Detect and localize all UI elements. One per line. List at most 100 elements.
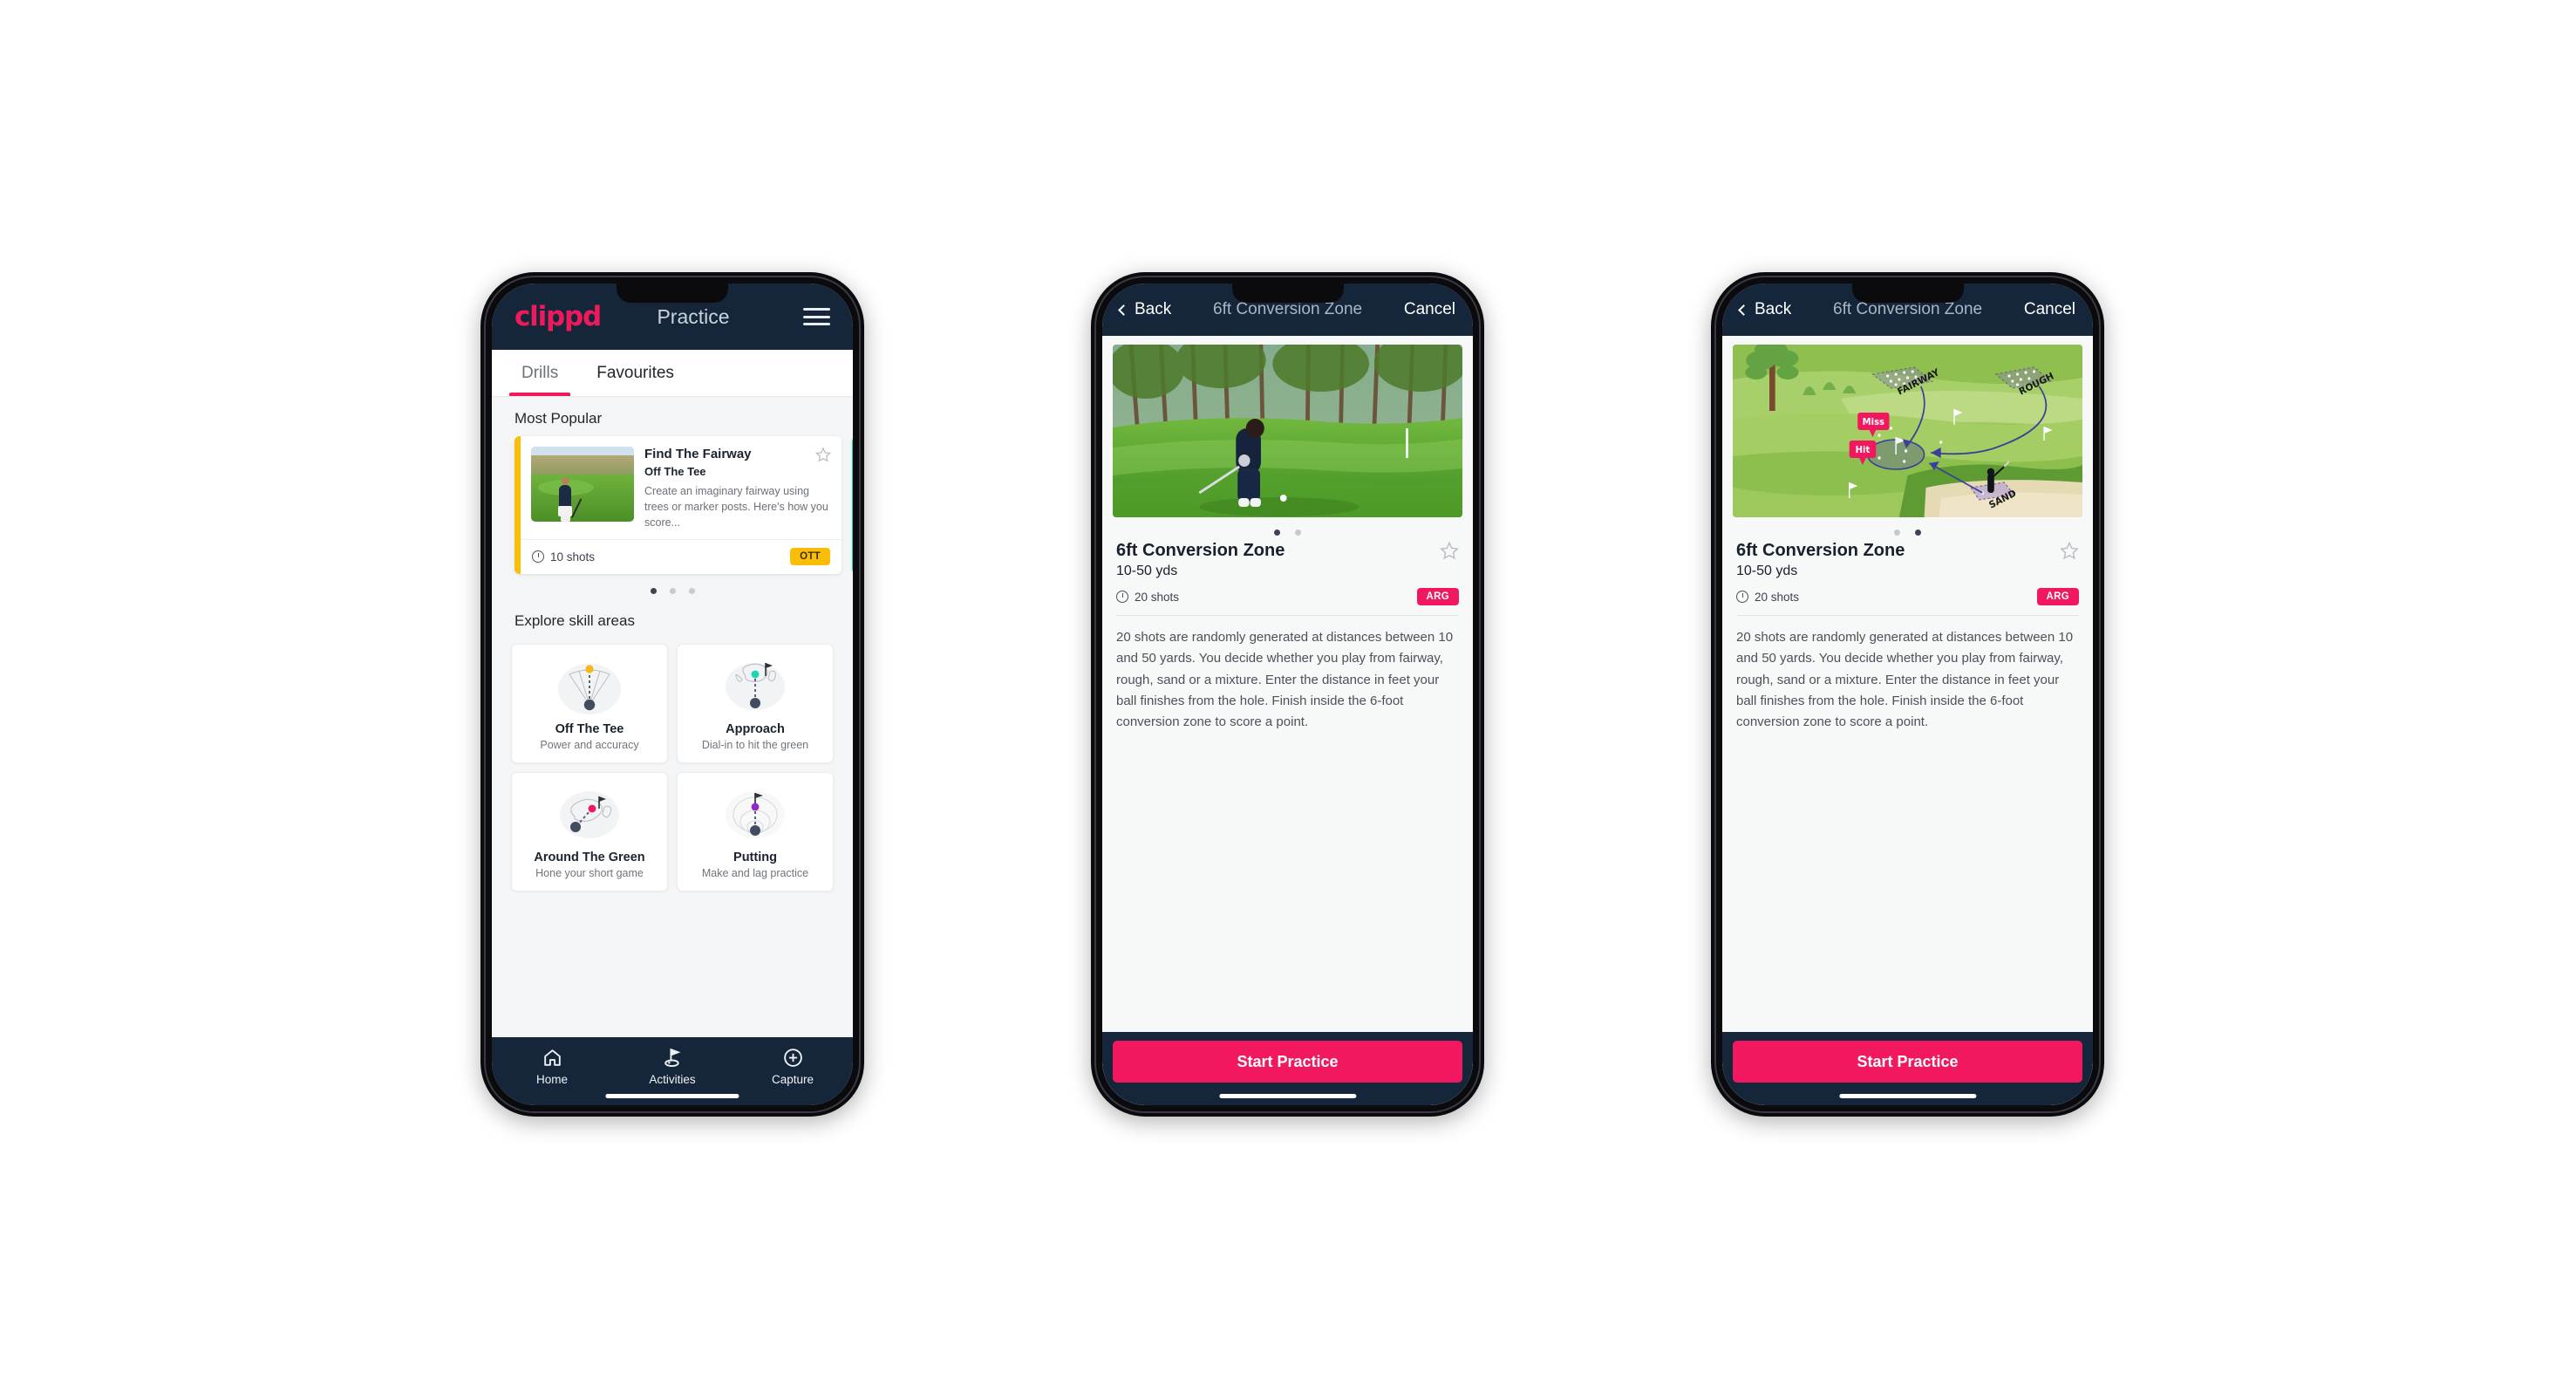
drill-detail-panel: FAIRWAY ROUGH SAND Miss Hit 6ft Conversi… xyxy=(1722,336,2093,1105)
drill-thumbnail xyxy=(531,447,634,522)
back-button[interactable]: Back xyxy=(1118,300,1172,319)
carousel-dots[interactable] xyxy=(1722,517,2093,537)
nav-label-home: Home xyxy=(535,1073,568,1086)
carousel-dot-1[interactable] xyxy=(1894,530,1900,536)
skill-card-around-the-green[interactable]: Around The Green Hone your short game xyxy=(511,772,668,892)
drill-description: 20 shots are randomly generated at dista… xyxy=(1116,630,1454,730)
skill-desc: Make and lag practice xyxy=(701,867,809,880)
carousel-dot-2[interactable] xyxy=(669,588,676,595)
skill-chip-arg: ARG xyxy=(2036,588,2079,605)
nav-item-activities[interactable]: Activities xyxy=(612,1047,733,1086)
skill-name: Putting xyxy=(733,851,777,865)
chevron-left-icon xyxy=(1118,304,1129,316)
drill-title: 6ft Conversion Zone xyxy=(1736,541,1905,560)
card-accent-stripe xyxy=(515,436,521,575)
drill-distance: 10-50 yds xyxy=(1116,564,1178,578)
carousel-dots[interactable] xyxy=(492,574,853,599)
hero-photo[interactable] xyxy=(1113,345,1462,517)
skill-card-putting[interactable]: Putting Make and lag practice xyxy=(677,772,834,892)
tab-drills-label: Drills xyxy=(521,363,559,382)
phone2-screen: Back 6ft Conversion Zone Cancel 6ft Conv… xyxy=(1102,284,1473,1105)
carousel-dot-2[interactable] xyxy=(1295,530,1301,536)
tee-fan-icon xyxy=(519,655,660,719)
putting-rings-icon xyxy=(685,783,826,847)
clock-icon xyxy=(1736,591,1748,603)
cancel-button[interactable]: Cancel xyxy=(2024,300,2075,319)
screenshot-canvas: clippd Practice Drills Favourites Most P… xyxy=(0,0,2576,1387)
most-popular-carousel[interactable]: Find The Fairway Off The Tee Create an i… xyxy=(492,436,853,575)
drill-category: Off The Tee xyxy=(644,465,706,478)
practice-content: Most Popular Find The Fairway Off The Te… xyxy=(492,397,853,1037)
home-indicator xyxy=(1218,1094,1357,1098)
skill-desc: Hone your short game xyxy=(535,867,644,880)
phone3-screen: Back 6ft Conversion Zone Cancel FAIRWAY … xyxy=(1722,284,2093,1105)
phone-mockup-practice-list: clippd Practice Drills Favourites Most P… xyxy=(480,272,864,1117)
skill-name: Off The Tee xyxy=(555,722,624,737)
carousel-dot-2[interactable] xyxy=(1915,530,1921,536)
home-indicator xyxy=(1838,1094,1977,1098)
detail-header: 6ft Conversion Zone 10-50 yds 20 shots A… xyxy=(1102,537,1473,605)
favourite-star-icon[interactable] xyxy=(2060,541,2079,560)
start-practice-button[interactable]: Start Practice xyxy=(1113,1041,1462,1083)
drill-title: 6ft Conversion Zone xyxy=(1116,541,1285,560)
carousel-dot-1[interactable] xyxy=(650,588,657,595)
phone-notch xyxy=(617,284,728,303)
carousel-dot-1[interactable] xyxy=(1274,530,1280,536)
chevron-left-icon xyxy=(1738,304,1749,316)
skill-card-approach[interactable]: Approach Dial-in to hit the green xyxy=(677,644,834,764)
plus-circle-icon xyxy=(783,1049,802,1067)
drill-card[interactable]: Find The Fairway Off The Tee Create an i… xyxy=(515,436,842,575)
detail-title: 6ft Conversion Zone xyxy=(1213,300,1363,318)
start-practice-button[interactable]: Start Practice xyxy=(1733,1041,2082,1083)
detail-title: 6ft Conversion Zone xyxy=(1833,300,1983,318)
shots-label: 20 shots xyxy=(1755,590,1800,604)
most-popular-label: Most Popular xyxy=(515,410,603,427)
shots-label: 20 shots xyxy=(1135,590,1180,604)
tab-bar: Drills Favourites xyxy=(492,350,853,397)
back-label: Back xyxy=(1135,300,1172,318)
detail-header: 6ft Conversion Zone 10-50 yds 20 shots A… xyxy=(1722,537,2093,605)
golf-flag-icon xyxy=(664,1048,680,1068)
nav-label-activities: Activities xyxy=(649,1073,696,1086)
skill-name: Around The Green xyxy=(534,851,645,865)
back-label: Back xyxy=(1755,300,1792,318)
svg-text:Hit: Hit xyxy=(1856,445,1871,455)
home-indicator xyxy=(605,1094,739,1098)
svg-text:Miss: Miss xyxy=(1863,417,1884,427)
nav-item-home[interactable]: Home xyxy=(492,1047,612,1086)
around-green-icon xyxy=(519,783,660,847)
skill-chip-arg: ARG xyxy=(1416,588,1459,605)
drill-description: 20 shots are randomly generated at dista… xyxy=(1736,630,2074,730)
skill-name: Approach xyxy=(726,722,785,737)
back-button[interactable]: Back xyxy=(1738,300,1792,319)
clock-icon xyxy=(1116,591,1128,603)
phone1-screen: clippd Practice Drills Favourites Most P… xyxy=(492,284,853,1105)
cancel-button[interactable]: Cancel xyxy=(1404,300,1455,319)
phone-notch xyxy=(1851,284,1964,303)
phone-notch xyxy=(1231,284,1344,303)
skill-areas-grid: Off The Tee Power and accuracy Approach … xyxy=(492,639,853,892)
skill-card-off-the-tee[interactable]: Off The Tee Power and accuracy xyxy=(511,644,668,764)
tab-favourites-label: Favourites xyxy=(596,363,674,382)
favourite-star-icon[interactable] xyxy=(1440,541,1459,560)
drill-card-next[interactable] xyxy=(852,436,853,575)
tab-favourites[interactable]: Favourites xyxy=(577,350,693,396)
drill-description: Create an imaginary fairway using trees … xyxy=(644,485,828,529)
drill-title: Find The Fairway xyxy=(644,447,752,461)
hero-diagram[interactable]: FAIRWAY ROUGH SAND Miss Hit xyxy=(1733,345,2082,517)
tab-drills[interactable]: Drills xyxy=(502,350,577,396)
carousel-dot-3[interactable] xyxy=(688,588,695,595)
favourite-star-icon[interactable] xyxy=(815,447,831,462)
phone-mockup-drill-detail-diagram: Back 6ft Conversion Zone Cancel FAIRWAY … xyxy=(1711,272,2104,1117)
nav-item-capture[interactable]: Capture xyxy=(733,1047,853,1086)
skill-desc: Power and accuracy xyxy=(540,739,639,752)
home-icon xyxy=(543,1049,561,1066)
shots-count: 10 shots xyxy=(532,550,595,564)
carousel-dots[interactable] xyxy=(1102,517,1473,537)
nav-label-capture: Capture xyxy=(771,1073,814,1086)
card-accent-stripe-next xyxy=(852,436,853,575)
shots-count: 20 shots xyxy=(1116,591,1179,604)
skill-desc: Dial-in to hit the green xyxy=(701,739,809,752)
shots-label: 10 shots xyxy=(550,550,596,564)
hamburger-menu-icon[interactable] xyxy=(803,308,830,325)
